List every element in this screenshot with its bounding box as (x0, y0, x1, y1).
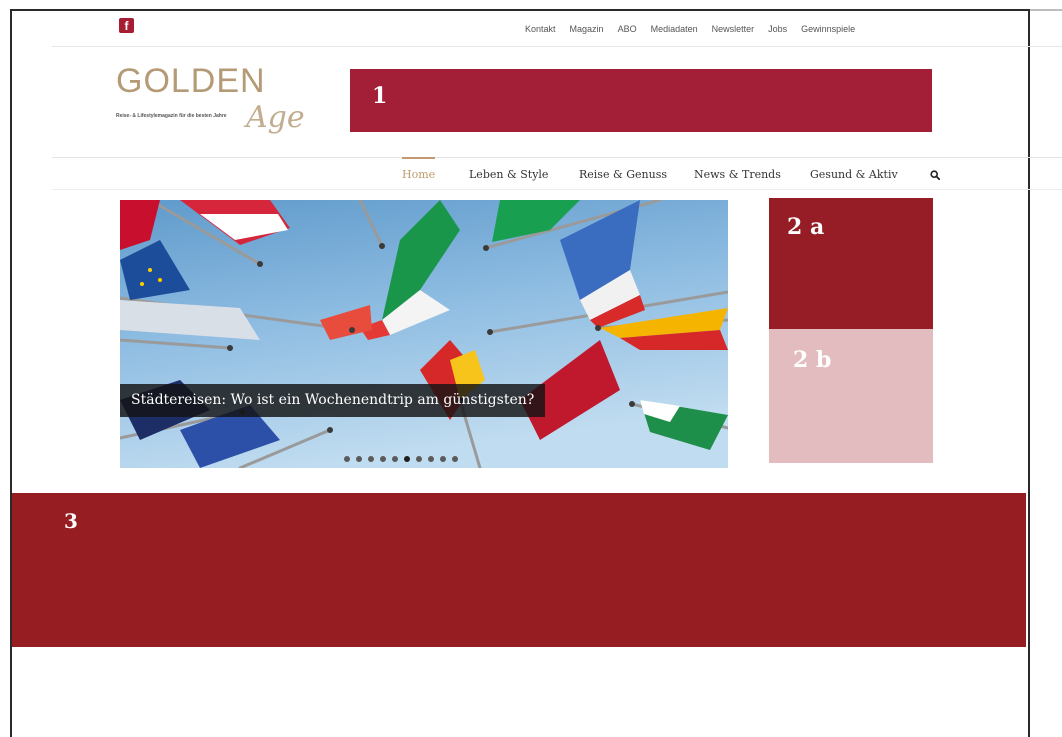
sidebar-ad-block-b: 2 b (769, 329, 933, 463)
slider-dot[interactable] (404, 456, 410, 462)
slider-dot[interactable] (440, 456, 446, 462)
block-label-2a: 2 a (787, 214, 825, 240)
hero-caption[interactable]: Städtereisen: Wo ist ein Wochenendtrip a… (120, 384, 546, 417)
logo-script: Age (246, 100, 305, 135)
site-logo[interactable]: GOLDEN Reise- & Lifestylemagazin für die… (116, 62, 316, 135)
block-label-3: 3 (64, 509, 78, 533)
frame-edge (1030, 9, 1062, 11)
nav-item-reise-genuss[interactable]: Reise & Genuss (579, 168, 667, 181)
topnav-link-jobs[interactable]: Jobs (768, 24, 787, 34)
logo-tagline: Reise- & Lifestylemagazin für die besten… (116, 113, 227, 119)
nav-active-indicator (402, 157, 435, 159)
facebook-icon[interactable]: f (119, 18, 134, 33)
block-label-1: 1 (372, 83, 388, 109)
slider-dot[interactable] (344, 456, 350, 462)
top-navigation: Kontakt Magazin ABO Mediadaten Newslette… (525, 24, 869, 34)
slider-dot[interactable] (392, 456, 398, 462)
topnav-link-kontakt[interactable]: Kontakt (525, 24, 556, 34)
sidebar-ad-block-a: 2 a (769, 198, 933, 329)
nav-item-gesund-aktiv[interactable]: Gesund & Aktiv (810, 168, 898, 181)
slider-dot[interactable] (368, 456, 374, 462)
search-icon[interactable] (930, 170, 940, 180)
topbar-divider (52, 46, 1062, 47)
nav-item-news-trends[interactable]: News & Trends (694, 168, 781, 181)
hero-image (120, 200, 728, 468)
logo-wordmark: GOLDEN (116, 62, 266, 100)
slider-dot[interactable] (356, 456, 362, 462)
nav-divider-bottom (52, 189, 1062, 190)
content-ad-block: 3 (12, 493, 1026, 647)
slider-pagination (344, 456, 458, 462)
slider-dot[interactable] (452, 456, 458, 462)
hero-slider[interactable] (120, 200, 728, 468)
topnav-link-abo[interactable]: ABO (618, 24, 637, 34)
nav-item-home[interactable]: Home (402, 168, 435, 181)
slider-dot[interactable] (380, 456, 386, 462)
nav-divider-top (52, 157, 1062, 158)
nav-item-leben-style[interactable]: Leben & Style (469, 168, 548, 181)
slider-dot[interactable] (416, 456, 422, 462)
block-label-2b: 2 b (793, 347, 832, 373)
topnav-link-mediadaten[interactable]: Mediadaten (651, 24, 698, 34)
slider-dot[interactable] (428, 456, 434, 462)
topnav-link-magazin[interactable]: Magazin (570, 24, 604, 34)
header-ad-block: 1 (350, 69, 932, 132)
topnav-link-gewinnspiele[interactable]: Gewinnspiele (801, 24, 855, 34)
topnav-link-newsletter[interactable]: Newsletter (712, 24, 755, 34)
